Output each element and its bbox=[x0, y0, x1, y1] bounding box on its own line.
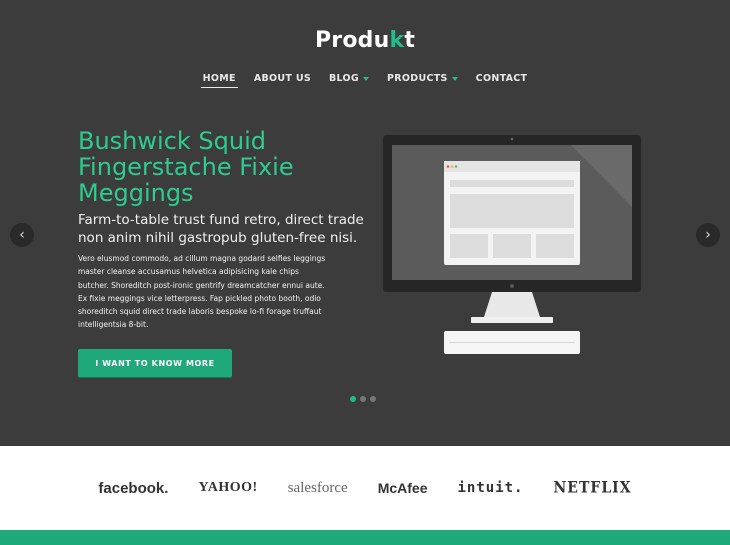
browser-placeholder-bar bbox=[450, 180, 574, 187]
logo-text-prefix: Produ bbox=[314, 28, 390, 53]
nav-label: BLOG bbox=[328, 73, 360, 84]
chevron-right-icon: › bbox=[705, 227, 711, 243]
maximize-dot-icon bbox=[454, 165, 458, 168]
logo-text-accent: k bbox=[389, 28, 405, 53]
know-more-button[interactable]: I WANT TO KNOW MORE bbox=[78, 349, 232, 377]
nav-label: ABOUT US bbox=[253, 73, 311, 84]
slider-dot-2[interactable] bbox=[360, 396, 366, 402]
facebook-logo: facebook. bbox=[98, 479, 169, 497]
slider-next-button[interactable]: › bbox=[696, 223, 720, 247]
hero-section: Produkt HOME ABOUT US BLOG PRODUCTS CONT… bbox=[0, 0, 730, 446]
minimize-dot-icon bbox=[450, 165, 454, 168]
mcafee-logo: McAfee bbox=[377, 480, 428, 496]
nav-label: HOME bbox=[202, 73, 236, 84]
browser-placeholder-card bbox=[536, 234, 574, 258]
browser-titlebar bbox=[444, 161, 580, 172]
nav-item-home[interactable]: HOME bbox=[200, 73, 238, 88]
browser-placeholder-hero bbox=[450, 194, 574, 228]
intuit-logo: intuit. bbox=[457, 480, 524, 496]
power-button-icon bbox=[510, 284, 514, 288]
salesforce-logo: salesforce bbox=[287, 479, 348, 496]
footer-accent-bar bbox=[0, 530, 730, 545]
hero-subtitle: Farm-to-table trust fund retro, direct t… bbox=[78, 212, 364, 246]
caret-down-icon bbox=[451, 76, 458, 81]
monitor-base bbox=[471, 317, 553, 323]
nav-label: CONTACT bbox=[475, 73, 528, 84]
nav-item-about[interactable]: ABOUT US bbox=[252, 73, 313, 88]
monitor-illustration bbox=[383, 135, 641, 354]
browser-placeholder-card bbox=[450, 234, 488, 258]
chevron-left-icon: ‹ bbox=[19, 227, 25, 243]
slider-dots bbox=[350, 396, 376, 402]
hero-body-text: Vero elusmod commodo, ad cillum magna go… bbox=[78, 254, 326, 330]
browser-placeholder-card bbox=[493, 234, 531, 258]
partner-logos: facebook. YAHOO! salesforce McAfee intui… bbox=[0, 446, 730, 530]
site-logo[interactable]: Produkt bbox=[0, 28, 730, 53]
nav-item-products[interactable]: PRODUCTS bbox=[385, 73, 460, 88]
camera-dot bbox=[510, 137, 514, 141]
netflix-logo: NETFLIX bbox=[553, 479, 632, 497]
logo-text-suffix: t bbox=[404, 28, 416, 53]
nav-label: PRODUCTS bbox=[387, 73, 448, 84]
monitor-stand bbox=[484, 292, 540, 317]
slider-prev-button[interactable]: ‹ bbox=[10, 223, 34, 247]
caret-down-icon bbox=[363, 76, 370, 81]
main-nav: HOME ABOUT US BLOG PRODUCTS CONTACT bbox=[0, 73, 730, 88]
slider-dot-1[interactable] bbox=[350, 396, 356, 402]
slider-dot-3[interactable] bbox=[370, 396, 376, 402]
nav-item-blog[interactable]: BLOG bbox=[327, 73, 371, 88]
nav-item-contact[interactable]: CONTACT bbox=[474, 73, 530, 88]
hero-title: Bushwick Squid Fingerstache Fixie Meggin… bbox=[78, 127, 294, 207]
close-dot-icon bbox=[446, 165, 450, 168]
yahoo-logo: YAHOO! bbox=[198, 480, 258, 495]
